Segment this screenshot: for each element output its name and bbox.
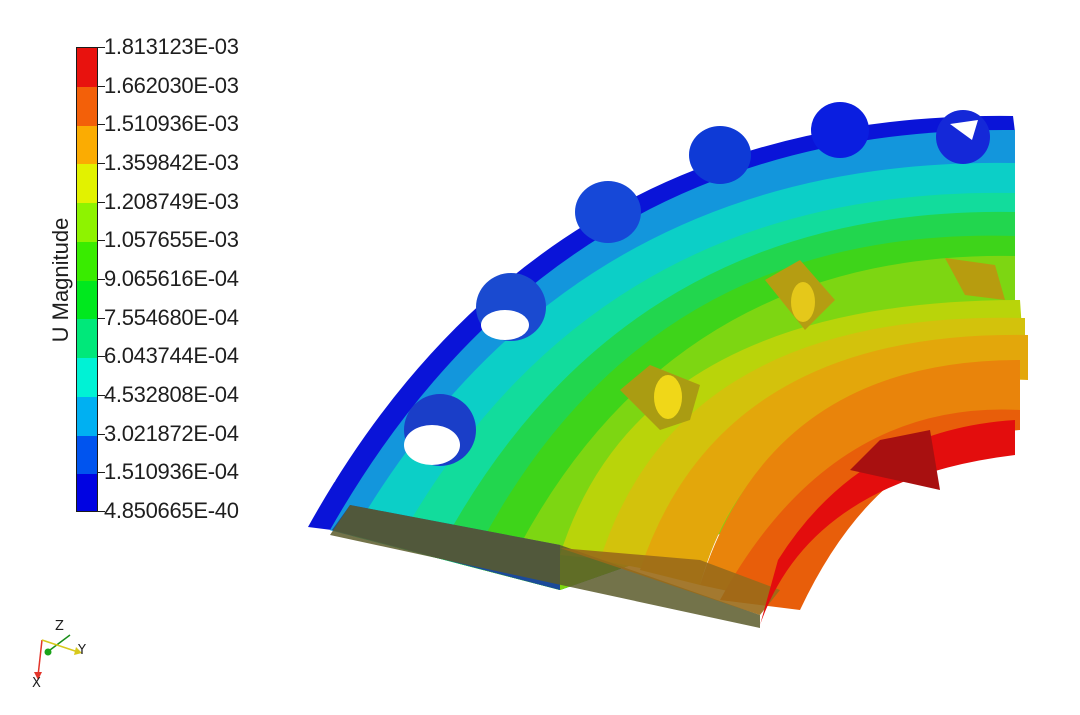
color-legend-band <box>77 203 97 242</box>
color-legend-band <box>77 241 97 281</box>
color-legend-tick-label: 1.813123E-03 <box>104 34 239 59</box>
color-legend-band <box>77 86 97 126</box>
color-legend-band <box>77 164 97 203</box>
color-legend-band <box>77 48 97 87</box>
axis-y-label: Y <box>77 643 86 658</box>
color-legend-tick-label: 4.532808E-04 <box>104 382 239 407</box>
color-legend-tick-label: 6.043744E-04 <box>104 343 239 369</box>
color-legend-band <box>77 474 97 511</box>
color-legend-band <box>77 125 97 165</box>
color-legend-title: U Magnitude <box>48 217 73 343</box>
color-legend-band <box>77 358 97 397</box>
axis-x-label: X <box>32 676 41 691</box>
color-legend-tick-label: 1.208749E-03 <box>104 188 239 214</box>
color-legend-tick-label: 4.850665E-40 <box>104 498 239 523</box>
color-legend-tick-label: 1.359842E-03 <box>104 150 239 175</box>
flange-model <box>308 102 1028 628</box>
color-legend-tick-label: 7.554680E-04 <box>104 304 239 330</box>
color-legend-tick-label: 1.510936E-03 <box>104 111 239 137</box>
color-legend-tick-label: 1.662030E-03 <box>104 72 239 98</box>
color-legend-tick-label: 1.510936E-04 <box>104 459 239 485</box>
axis-z-label: Z <box>55 619 64 634</box>
color-legend-tick-label: 1.057655E-03 <box>104 227 239 253</box>
color-legend-tick-label: 9.065616E-04 <box>104 266 239 291</box>
color-legend-tick-label: 3.021872E-04 <box>104 420 239 446</box>
orientation-axes-triad: Z Y X <box>32 619 86 691</box>
color-legend-band <box>77 396 97 436</box>
color-legend-bar <box>76 47 98 512</box>
color-legend-band <box>77 319 97 358</box>
color-legend-band <box>77 435 97 475</box>
color-legend-band <box>77 280 97 320</box>
